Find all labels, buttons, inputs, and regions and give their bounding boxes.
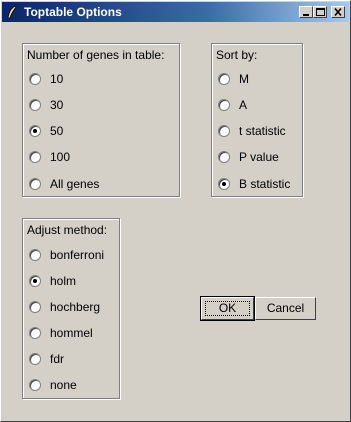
radio-label: fdr: [50, 352, 65, 366]
radio-genes-100[interactable]: 100: [29, 149, 70, 165]
radio-dot[interactable]: [218, 178, 230, 190]
radio-label: hochberg: [50, 300, 101, 314]
radio-label: t statistic: [239, 124, 286, 138]
sort-group: Sort by: M A t statistic P value B stati…: [211, 43, 303, 197]
radio-dot[interactable]: [29, 275, 41, 287]
radio-adjust-fdr[interactable]: fdr: [29, 351, 64, 367]
close-icon: [334, 7, 342, 17]
radio-dot[interactable]: [218, 73, 230, 85]
cancel-button[interactable]: Cancel: [255, 297, 316, 320]
radio-dot[interactable]: [29, 151, 41, 163]
radio-dot[interactable]: [29, 99, 41, 111]
radio-genes-all[interactable]: All genes: [29, 176, 99, 192]
radio-genes-10[interactable]: 10: [29, 71, 63, 87]
adjust-group: Adjust method: bonferroni holm hochberg …: [22, 218, 120, 399]
radio-sort-m[interactable]: M: [218, 71, 249, 87]
radio-dot[interactable]: [218, 99, 230, 111]
radio-label: M: [239, 72, 249, 86]
radio-label: 50: [50, 124, 64, 138]
minimize-icon: [303, 14, 309, 16]
window-title: Toptable Options: [24, 5, 122, 19]
radio-sort-b-statistic[interactable]: B statistic: [218, 176, 290, 192]
title-bar[interactable]: Toptable Options: [2, 2, 349, 22]
radio-label: bonferroni: [50, 248, 105, 262]
genes-group: Number of genes in table: 10 30 50 100 A…: [22, 43, 180, 197]
radio-dot[interactable]: [29, 301, 41, 313]
ok-button[interactable]: OK: [200, 296, 255, 321]
radio-label: All genes: [50, 177, 100, 191]
radio-dot[interactable]: [29, 249, 41, 261]
maximize-button[interactable]: [313, 6, 327, 18]
radio-label: P value: [239, 150, 279, 164]
radio-dot[interactable]: [29, 379, 41, 391]
radio-sort-p-value[interactable]: P value: [218, 149, 279, 165]
close-button[interactable]: [331, 6, 345, 18]
radio-adjust-none[interactable]: none: [29, 377, 77, 393]
sort-group-title: Sort by:: [216, 48, 258, 62]
radio-dot[interactable]: [218, 151, 230, 163]
focus-rect: [205, 301, 250, 316]
radio-sort-t-statistic[interactable]: t statistic: [218, 123, 286, 139]
radio-dot[interactable]: [29, 178, 41, 190]
radio-label: holm: [50, 274, 77, 288]
radio-label: 30: [50, 98, 64, 112]
minimize-button[interactable]: [299, 6, 313, 18]
radio-adjust-hommel[interactable]: hommel: [29, 325, 93, 341]
radio-label: B statistic: [239, 177, 291, 191]
radio-genes-50[interactable]: 50: [29, 123, 63, 139]
cancel-button-label: Cancel: [266, 301, 305, 315]
radio-dot[interactable]: [218, 125, 230, 137]
radio-dot[interactable]: [29, 125, 41, 137]
radio-adjust-bonferroni[interactable]: bonferroni: [29, 247, 104, 263]
feather-icon: [7, 5, 17, 19]
genes-group-title: Number of genes in table:: [27, 48, 165, 62]
radio-dot[interactable]: [29, 327, 41, 339]
radio-adjust-hochberg[interactable]: hochberg: [29, 299, 100, 315]
radio-label: none: [50, 378, 77, 392]
radio-label: hommel: [50, 326, 93, 340]
maximize-icon: [316, 8, 325, 16]
radio-genes-30[interactable]: 30: [29, 97, 63, 113]
radio-label: 100: [50, 150, 71, 164]
radio-sort-a[interactable]: A: [218, 97, 247, 113]
radio-dot[interactable]: [29, 73, 41, 85]
radio-adjust-holm[interactable]: holm: [29, 273, 76, 289]
radio-label: 10: [50, 72, 64, 86]
adjust-group-title: Adjust method:: [27, 223, 108, 237]
radio-dot[interactable]: [29, 353, 41, 365]
radio-label: A: [239, 98, 248, 112]
dialog-window: Toptable Options Number of genes in tabl…: [0, 0, 351, 422]
